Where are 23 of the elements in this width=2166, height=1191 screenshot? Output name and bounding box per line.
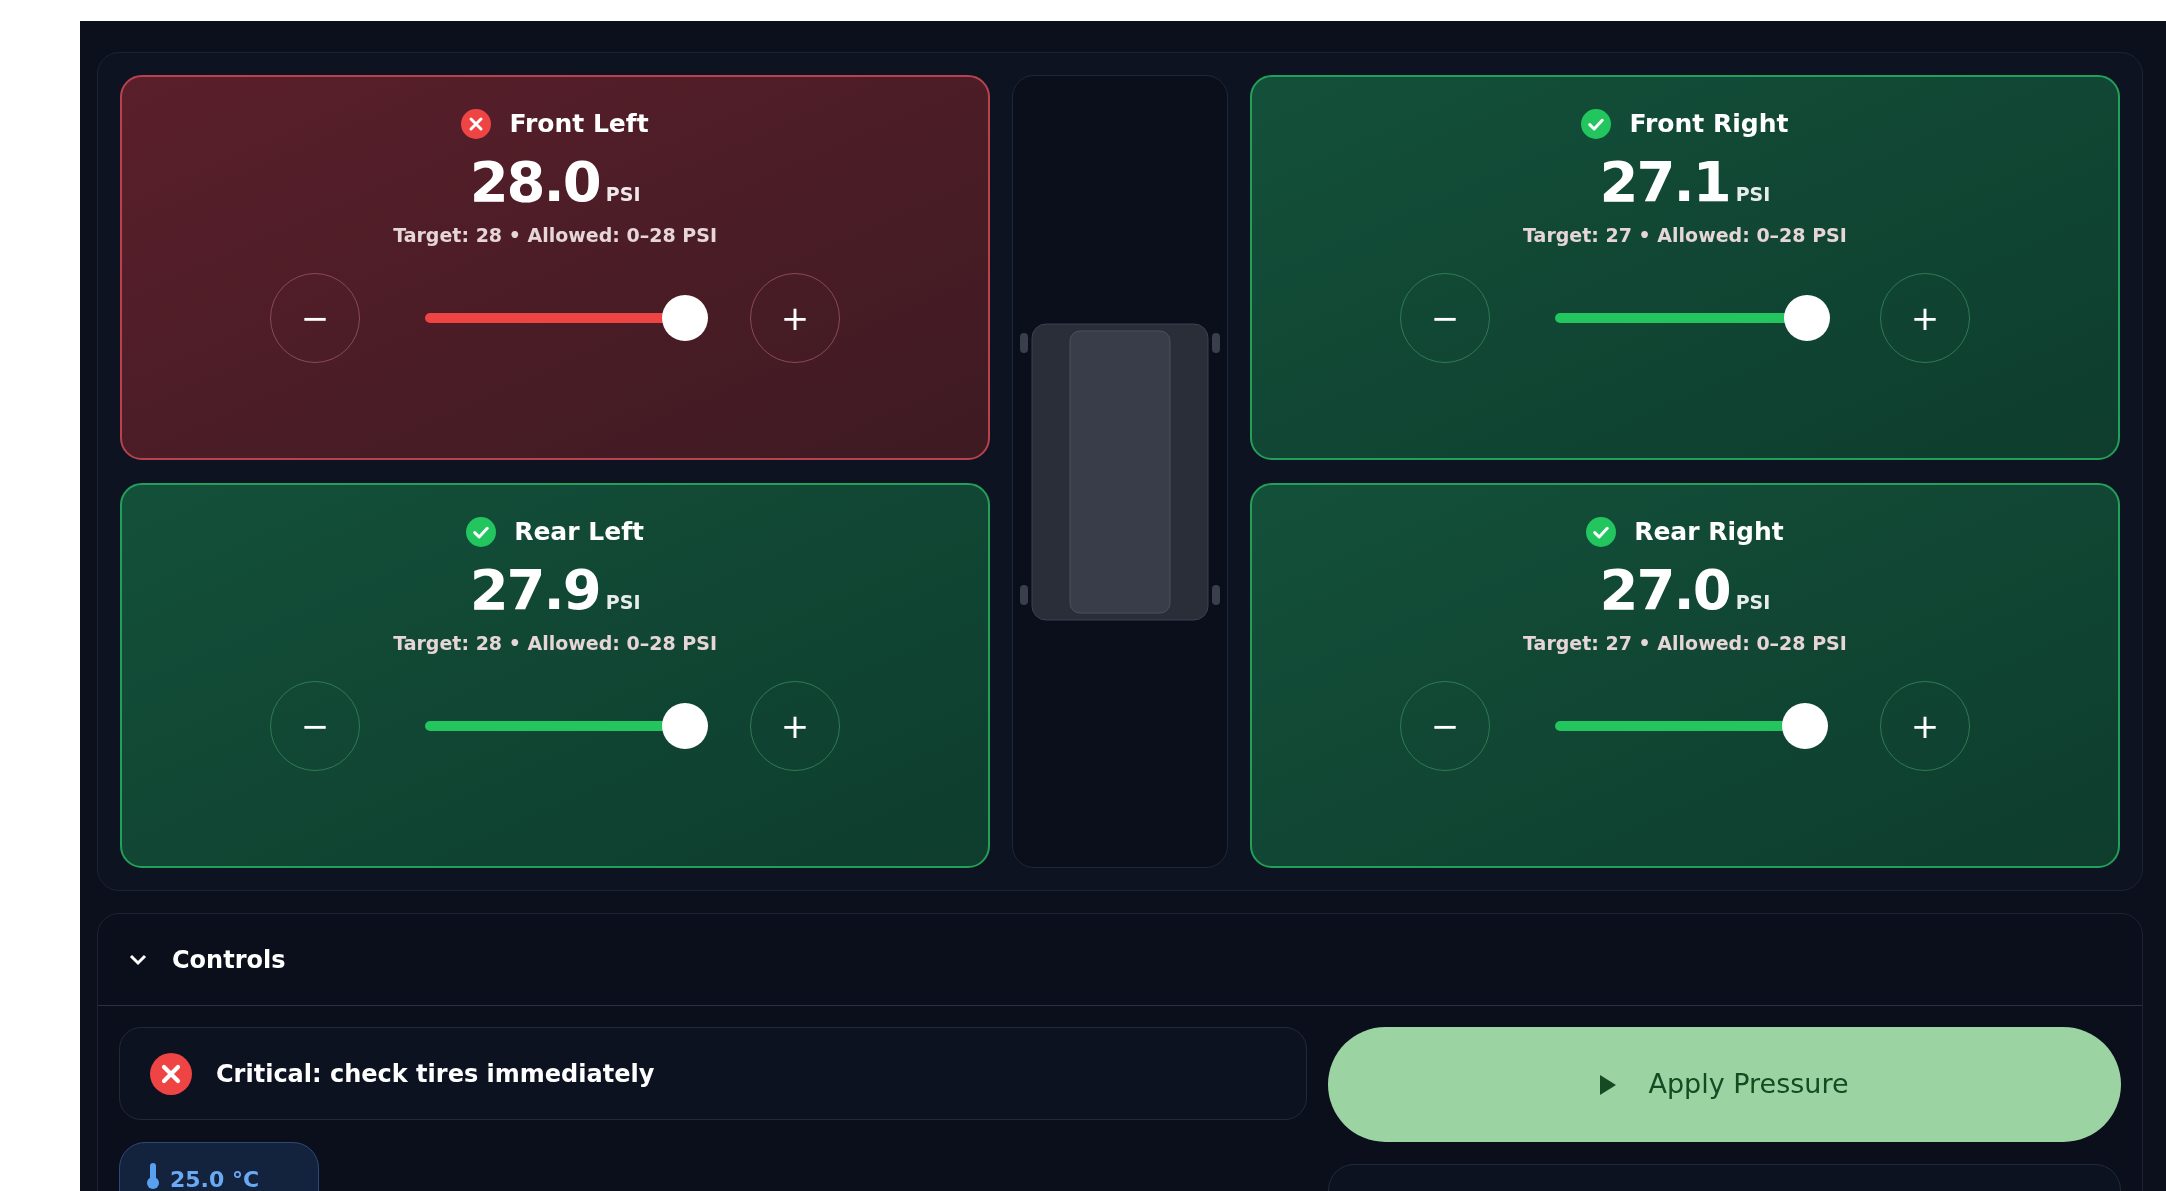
chevron-icon	[128, 952, 148, 967]
alert-text: Critical: check tires immediately	[216, 1058, 655, 1090]
tire-name: Front Right	[1629, 108, 1789, 140]
controls-toggle[interactable]: Controls	[98, 914, 2142, 1006]
pressure-value: 27.9	[469, 555, 600, 624]
target-info: Target: 28 • Allowed: 0–28 PSI	[393, 630, 717, 656]
unit-label: PSI	[1735, 589, 1771, 615]
pressure-value: 27.1	[1599, 147, 1730, 216]
pressure-value: 27.0	[1599, 555, 1730, 624]
thermometer-icon	[146, 1163, 160, 1189]
target-info: Target: 27 • Allowed: 0–28 PSI	[1523, 222, 1847, 248]
pressure-value: 28.0	[469, 147, 600, 216]
play-icon	[1600, 1074, 1617, 1095]
unit-label: PSI	[605, 181, 641, 207]
tire-name: Rear Left	[514, 516, 644, 548]
unit-label: PSI	[605, 589, 641, 615]
unit-label: PSI	[1735, 181, 1771, 207]
target-info: Target: 28 • Allowed: 0–28 PSI	[393, 222, 717, 248]
temperature-value: 25.0 °C	[170, 1166, 260, 1191]
tire-name: Front Left	[509, 108, 649, 140]
tire-name: Rear Right	[1634, 516, 1784, 548]
apply-pressure-button[interactable]: Apply Pressure	[1328, 1027, 2121, 1142]
target-info: Target: 27 • Allowed: 0–28 PSI	[1523, 630, 1847, 656]
